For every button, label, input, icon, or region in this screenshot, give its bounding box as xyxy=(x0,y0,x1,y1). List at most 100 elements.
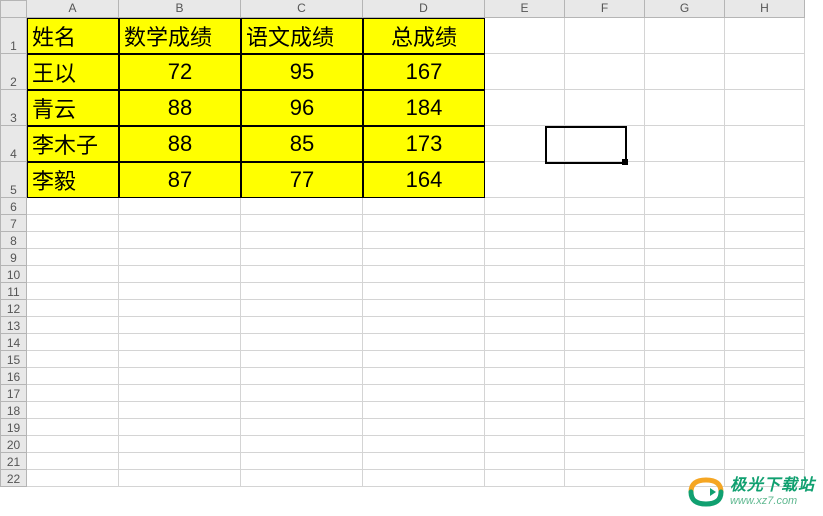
cell-a15[interactable] xyxy=(27,351,119,368)
cell-a8[interactable] xyxy=(27,232,119,249)
row-header-21[interactable]: 21 xyxy=(0,453,27,470)
row-header-2[interactable]: 2 xyxy=(0,54,27,90)
col-header-a[interactable]: A xyxy=(27,0,119,18)
col-header-h[interactable]: H xyxy=(725,0,805,18)
cell-b8[interactable] xyxy=(119,232,241,249)
cell-a6[interactable] xyxy=(27,198,119,215)
cell-g7[interactable] xyxy=(645,215,725,232)
row-header-6[interactable]: 6 xyxy=(0,198,27,215)
cell-h14[interactable] xyxy=(725,334,805,351)
cell-c7[interactable] xyxy=(241,215,363,232)
cell-c12[interactable] xyxy=(241,300,363,317)
cell-e13[interactable] xyxy=(485,317,565,334)
cell-d1[interactable]: 总成绩 xyxy=(363,18,485,54)
cell-b5[interactable]: 87 xyxy=(119,162,241,198)
cell-f21[interactable] xyxy=(565,453,645,470)
cell-h7[interactable] xyxy=(725,215,805,232)
cell-b22[interactable] xyxy=(119,470,241,487)
cell-c20[interactable] xyxy=(241,436,363,453)
cell-a14[interactable] xyxy=(27,334,119,351)
cell-a10[interactable] xyxy=(27,266,119,283)
row-header-7[interactable]: 7 xyxy=(0,215,27,232)
cell-g13[interactable] xyxy=(645,317,725,334)
cell-g4[interactable] xyxy=(645,126,725,162)
cell-a1[interactable]: 姓名 xyxy=(27,18,119,54)
cell-h4[interactable] xyxy=(725,126,805,162)
cell-b4[interactable]: 88 xyxy=(119,126,241,162)
cell-h17[interactable] xyxy=(725,385,805,402)
col-header-b[interactable]: B xyxy=(119,0,241,18)
corner-select-all[interactable] xyxy=(0,0,27,18)
cell-e7[interactable] xyxy=(485,215,565,232)
cell-f11[interactable] xyxy=(565,283,645,300)
cell-d18[interactable] xyxy=(363,402,485,419)
cell-e19[interactable] xyxy=(485,419,565,436)
cell-h2[interactable] xyxy=(725,54,805,90)
cell-e8[interactable] xyxy=(485,232,565,249)
row-header-22[interactable]: 22 xyxy=(0,470,27,487)
cell-e2[interactable] xyxy=(485,54,565,90)
cell-b18[interactable] xyxy=(119,402,241,419)
cell-d17[interactable] xyxy=(363,385,485,402)
cell-e10[interactable] xyxy=(485,266,565,283)
row-header-8[interactable]: 8 xyxy=(0,232,27,249)
cell-a20[interactable] xyxy=(27,436,119,453)
row-header-12[interactable]: 12 xyxy=(0,300,27,317)
cell-e20[interactable] xyxy=(485,436,565,453)
row-header-13[interactable]: 13 xyxy=(0,317,27,334)
cell-e14[interactable] xyxy=(485,334,565,351)
cell-e22[interactable] xyxy=(485,470,565,487)
cell-d12[interactable] xyxy=(363,300,485,317)
cell-b10[interactable] xyxy=(119,266,241,283)
cell-h19[interactable] xyxy=(725,419,805,436)
cell-f7[interactable] xyxy=(565,215,645,232)
cell-b1[interactable]: 数学成绩 xyxy=(119,18,241,54)
cell-a21[interactable] xyxy=(27,453,119,470)
cell-f10[interactable] xyxy=(565,266,645,283)
cell-f6[interactable] xyxy=(565,198,645,215)
row-header-10[interactable]: 10 xyxy=(0,266,27,283)
cell-c6[interactable] xyxy=(241,198,363,215)
cell-d21[interactable] xyxy=(363,453,485,470)
row-header-3[interactable]: 3 xyxy=(0,90,27,126)
cell-c14[interactable] xyxy=(241,334,363,351)
cell-d6[interactable] xyxy=(363,198,485,215)
row-header-19[interactable]: 19 xyxy=(0,419,27,436)
cell-g10[interactable] xyxy=(645,266,725,283)
row-header-5[interactable]: 5 xyxy=(0,162,27,198)
cell-c10[interactable] xyxy=(241,266,363,283)
cell-e4[interactable] xyxy=(485,126,565,162)
row-header-18[interactable]: 18 xyxy=(0,402,27,419)
cell-e9[interactable] xyxy=(485,249,565,266)
cell-g14[interactable] xyxy=(645,334,725,351)
cell-c21[interactable] xyxy=(241,453,363,470)
cell-c19[interactable] xyxy=(241,419,363,436)
cell-e12[interactable] xyxy=(485,300,565,317)
cell-e16[interactable] xyxy=(485,368,565,385)
cell-e18[interactable] xyxy=(485,402,565,419)
cell-g20[interactable] xyxy=(645,436,725,453)
cell-g16[interactable] xyxy=(645,368,725,385)
cell-g9[interactable] xyxy=(645,249,725,266)
row-header-16[interactable]: 16 xyxy=(0,368,27,385)
cell-d10[interactable] xyxy=(363,266,485,283)
cell-c16[interactable] xyxy=(241,368,363,385)
row-header-20[interactable]: 20 xyxy=(0,436,27,453)
cell-f20[interactable] xyxy=(565,436,645,453)
cell-c9[interactable] xyxy=(241,249,363,266)
cell-h1[interactable] xyxy=(725,18,805,54)
col-header-d[interactable]: D xyxy=(363,0,485,18)
cell-d7[interactable] xyxy=(363,215,485,232)
cell-b12[interactable] xyxy=(119,300,241,317)
cell-h5[interactable] xyxy=(725,162,805,198)
cell-b9[interactable] xyxy=(119,249,241,266)
cell-c13[interactable] xyxy=(241,317,363,334)
row-header-17[interactable]: 17 xyxy=(0,385,27,402)
cell-g18[interactable] xyxy=(645,402,725,419)
cell-c22[interactable] xyxy=(241,470,363,487)
col-header-e[interactable]: E xyxy=(485,0,565,18)
cell-h8[interactable] xyxy=(725,232,805,249)
cell-b19[interactable] xyxy=(119,419,241,436)
cell-a4[interactable]: 李木子 xyxy=(27,126,119,162)
cell-b21[interactable] xyxy=(119,453,241,470)
